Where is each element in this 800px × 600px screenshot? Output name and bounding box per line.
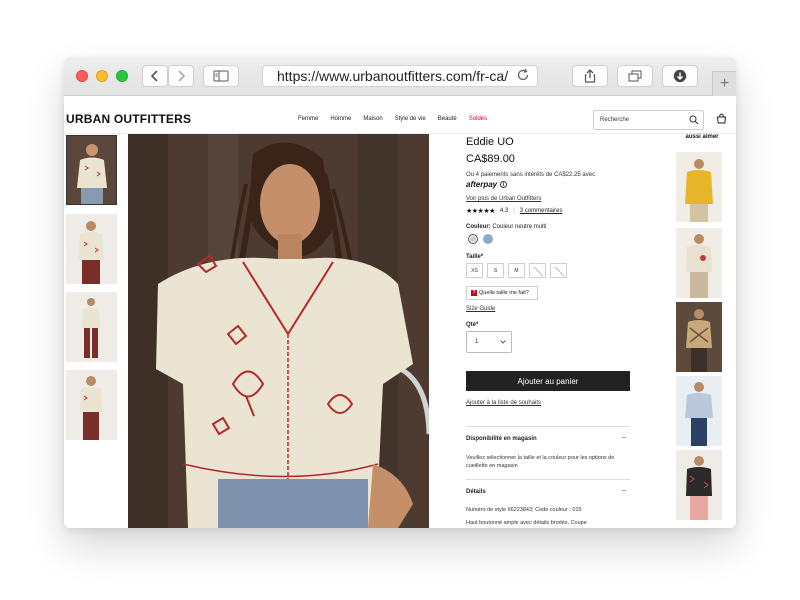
chevron-down-icon: [500, 340, 506, 344]
size-label: Taille*: [466, 254, 484, 260]
recommended-product-5[interactable]: [676, 450, 722, 520]
download-icon: [673, 69, 687, 83]
afterpay-logo: afterpay i: [466, 180, 508, 189]
tabs-overview-button[interactable]: [617, 65, 653, 87]
star-rating-icon: ★★★★★: [466, 208, 495, 215]
site-logo[interactable]: URBAN OUTFITTERS: [66, 112, 191, 126]
chevron-right-icon: [178, 70, 186, 82]
quantity-value: 1: [475, 339, 479, 345]
cart-icon[interactable]: [716, 113, 727, 124]
add-to-wishlist-link[interactable]: Ajouter à la liste de souhaits: [466, 400, 541, 406]
rating-divider: |: [513, 208, 515, 214]
product-title: Eddie UO: [466, 136, 514, 148]
page-content: URBAN OUTFITTERS Femme Homme Maison Styl…: [64, 96, 736, 528]
search-placeholder: Recherche: [600, 117, 630, 123]
size-option-xs[interactable]: XS: [466, 263, 483, 278]
browser-window: https://www.urbanoutfitters.com/fr-ca/ +…: [64, 58, 736, 528]
collapse-icon[interactable]: –: [622, 487, 626, 494]
recommended-product-3[interactable]: [676, 302, 722, 372]
sidebar-icon: [213, 70, 229, 82]
store-availability-title[interactable]: Disponibilité en magasin: [466, 436, 537, 442]
fit-finder-button[interactable]: ? Quelle taille me fait?: [466, 286, 538, 300]
address-bar[interactable]: https://www.urbanoutfitters.com/fr-ca/: [262, 65, 538, 87]
recommended-product-1[interactable]: [676, 152, 722, 222]
thumbnail-1[interactable]: [66, 135, 117, 205]
size-option-unavailable[interactable]: [529, 263, 546, 278]
add-to-cart-button[interactable]: Ajouter au panier: [466, 371, 630, 391]
nav-item-maison[interactable]: Maison: [363, 116, 382, 122]
quantity-label: Qté*: [466, 322, 479, 328]
rating-row: ★★★★★ 4.3 | 3 commentaires: [466, 207, 562, 215]
nav-item-beaute[interactable]: Beauté: [438, 116, 457, 122]
url-text: https://www.urbanoutfitters.com/fr-ca/: [277, 68, 509, 84]
question-icon: ?: [471, 290, 477, 296]
close-window-button[interactable]: [76, 70, 88, 82]
color-value: Couleur neutre multi: [492, 224, 547, 230]
rating-value: 4.3: [499, 208, 509, 214]
product-main-image[interactable]: [128, 134, 429, 528]
color-swatch-blue[interactable]: [483, 234, 493, 244]
size-guide-link[interactable]: Size Guide: [466, 306, 495, 312]
store-availability-text: Veuillez sélectionner la taille et la co…: [466, 455, 615, 469]
product-price: CA$89.00: [466, 153, 515, 165]
info-icon[interactable]: i: [500, 181, 508, 188]
fit-finder-label: Quelle taille me fait?: [479, 290, 529, 296]
forward-button[interactable]: [168, 65, 194, 87]
color-label: Couleur:: [466, 224, 491, 230]
main-nav: Femme Homme Maison Style de vie Beauté S…: [298, 116, 499, 122]
collapse-icon[interactable]: –: [622, 434, 626, 441]
recommended-product-4[interactable]: [676, 376, 722, 446]
search-icon: [689, 115, 699, 125]
search-input[interactable]: Recherche: [593, 110, 704, 130]
chevron-left-icon: [150, 70, 158, 82]
divider: [466, 426, 630, 427]
details-style-number: Numéro de style 66223843; Code couleur :…: [466, 507, 582, 513]
color-swatch-neutral[interactable]: [468, 234, 478, 244]
reload-button[interactable]: [516, 68, 530, 87]
new-tab-button[interactable]: +: [712, 71, 736, 96]
zoom-window-button[interactable]: [116, 70, 128, 82]
size-option-m[interactable]: M: [508, 263, 525, 278]
site-header: URBAN OUTFITTERS Femme Homme Maison Styl…: [64, 96, 736, 134]
downloads-button[interactable]: [662, 65, 698, 87]
nav-item-homme[interactable]: Homme: [330, 116, 351, 122]
nav-item-femme[interactable]: Femme: [298, 116, 318, 122]
color-row: Couleur: Couleur neutre multi: [466, 224, 546, 230]
details-description: Haut boutonné ample avec détails brodés.…: [466, 520, 587, 526]
tabs-icon: [628, 70, 642, 82]
thumbnail-3[interactable]: [66, 292, 117, 362]
details-title[interactable]: Détails: [466, 489, 486, 495]
back-button[interactable]: [142, 65, 168, 87]
afterpay-text: afterpay: [466, 180, 498, 189]
size-options: XS S M: [466, 263, 567, 278]
thumbnail-4[interactable]: [66, 370, 117, 440]
divider: [466, 479, 630, 480]
quantity-select[interactable]: 1: [466, 331, 512, 353]
share-icon: [584, 69, 596, 83]
nav-item-style-de-vie[interactable]: Style de vie: [395, 116, 426, 122]
brand-link[interactable]: Voir plus de Urban Outfitters: [466, 196, 541, 202]
size-option-s[interactable]: S: [487, 263, 504, 278]
minimize-window-button[interactable]: [96, 70, 108, 82]
reload-icon: [517, 68, 529, 81]
browser-toolbar: https://www.urbanoutfitters.com/fr-ca/ +: [64, 58, 736, 96]
size-option-unavailable[interactable]: [550, 263, 567, 278]
recommended-product-2[interactable]: [676, 228, 722, 298]
product-photo: [128, 134, 429, 528]
share-button[interactable]: [572, 65, 608, 87]
nav-item-soldes[interactable]: Soldes: [469, 116, 487, 122]
sidebar-button[interactable]: [203, 65, 239, 87]
plus-icon: +: [719, 75, 730, 92]
reviews-link[interactable]: 3 commentaires: [520, 208, 563, 214]
thumbnail-2[interactable]: [66, 214, 117, 284]
installments-text: Ou 4 paiements sans intérêts de CA$22.25…: [466, 172, 596, 178]
recommendations-heading: aussi aimer: [685, 134, 719, 140]
